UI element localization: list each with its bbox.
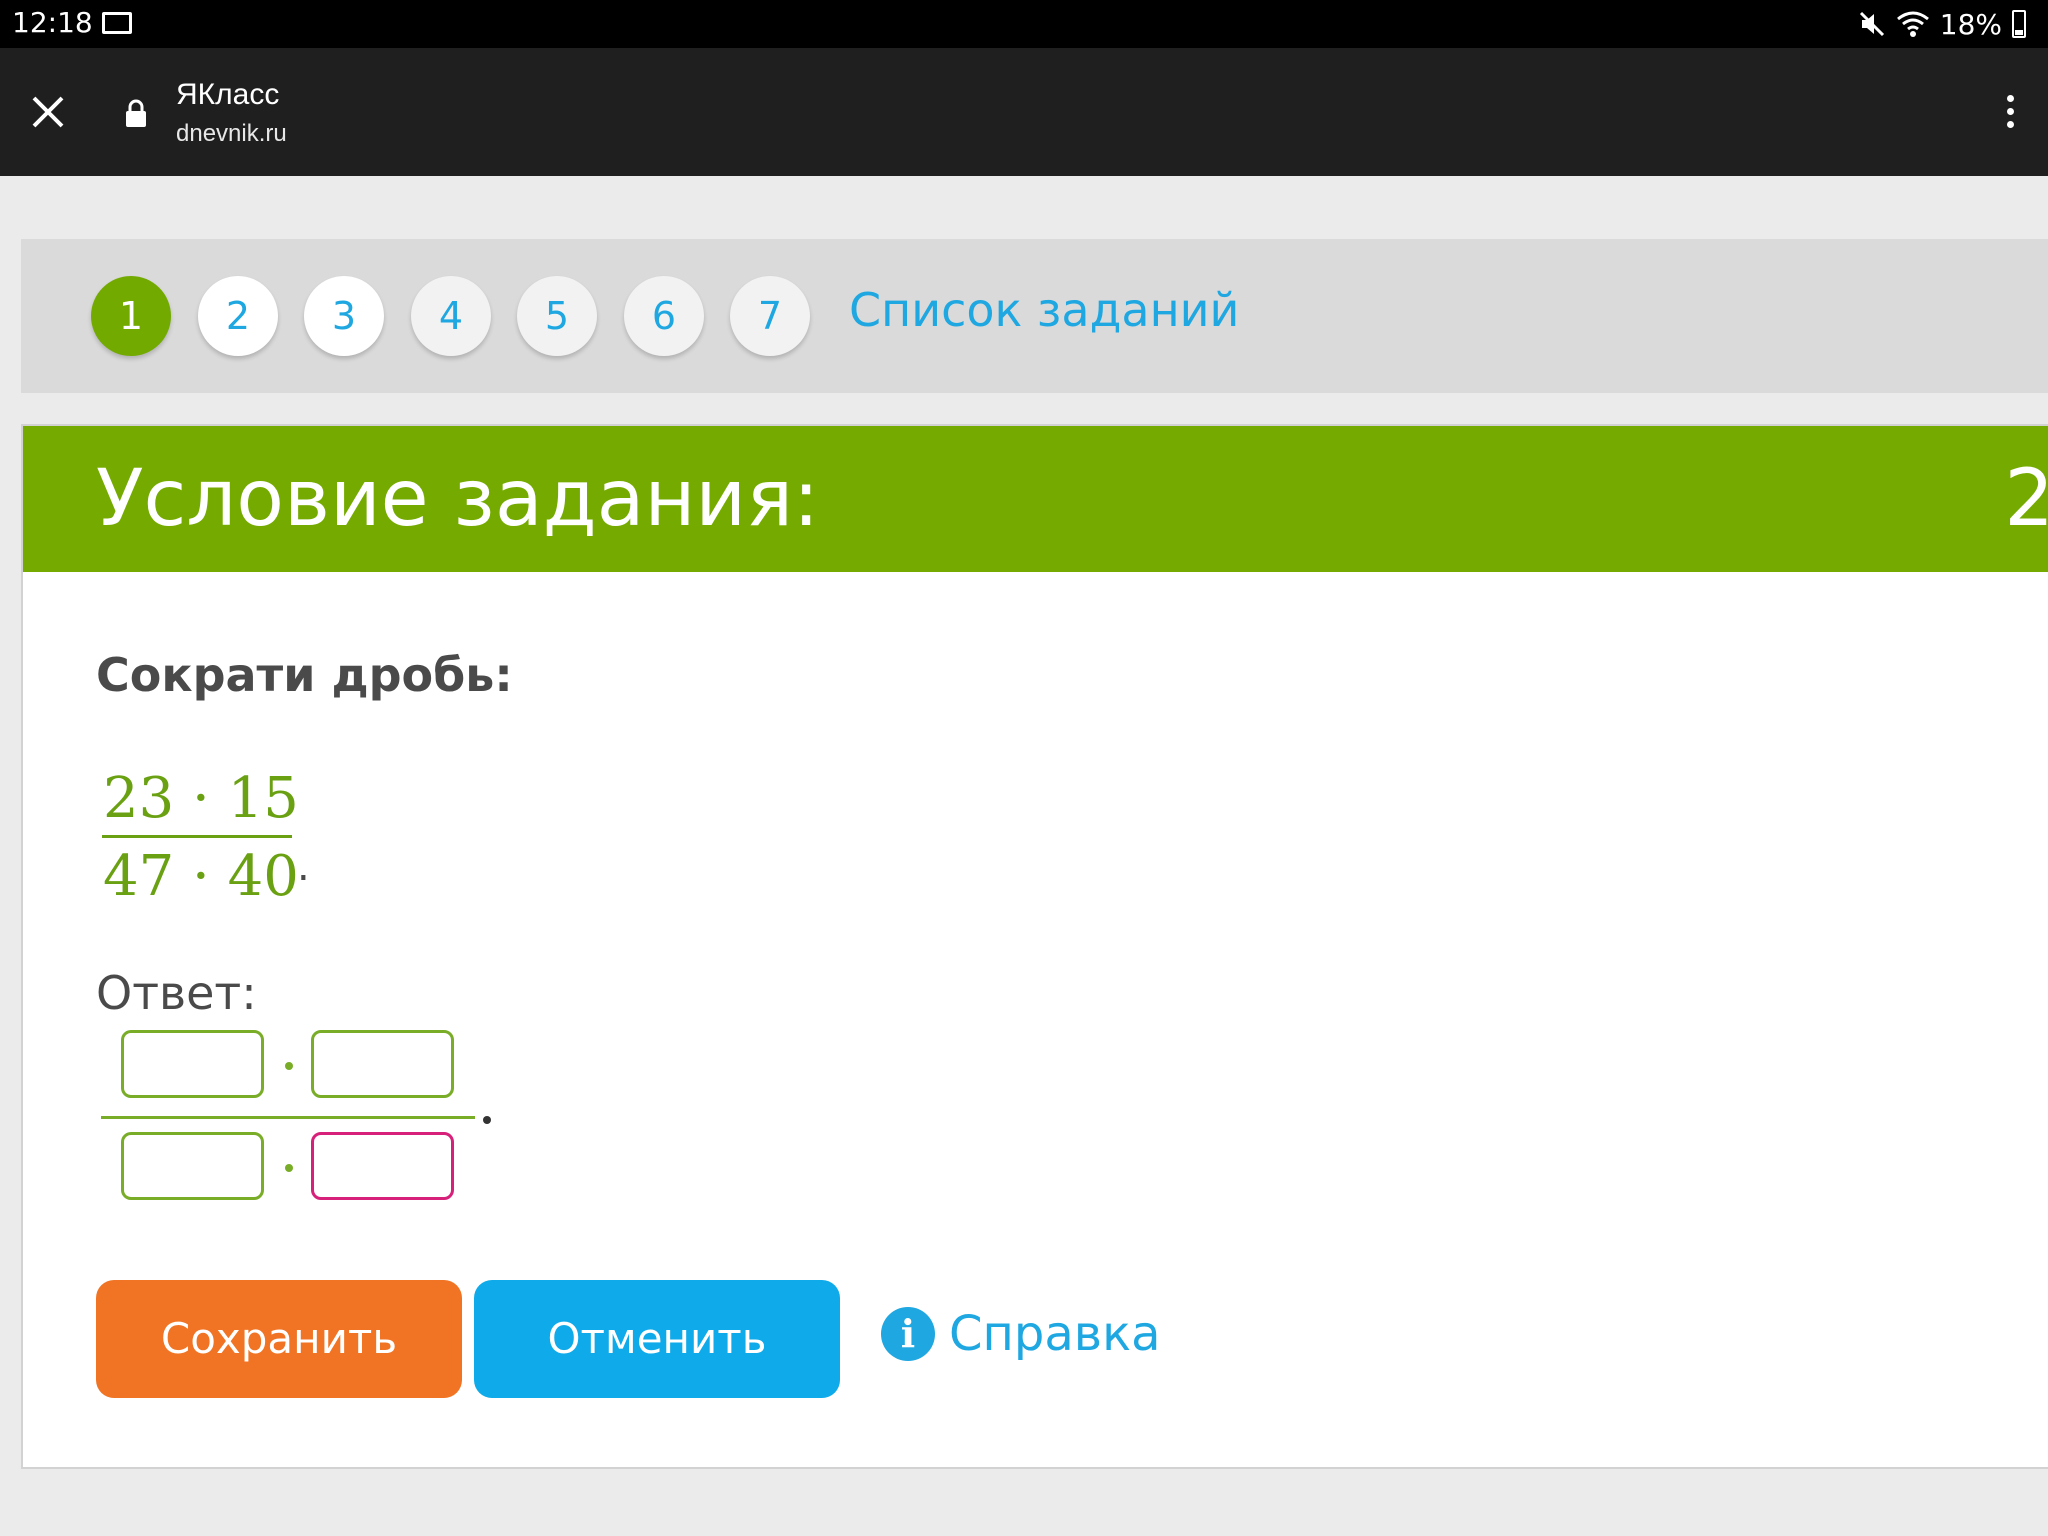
- more-vert-icon[interactable]: [2000, 92, 2020, 132]
- card-title: Условие задания:: [96, 454, 820, 544]
- answer-denominator-right-input[interactable]: [311, 1132, 454, 1200]
- status-time: 12:18: [12, 6, 93, 39]
- card-header: Условие задания: 2: [23, 426, 2048, 572]
- mail-icon: [102, 12, 132, 34]
- task-prompt: Сократи дробь:: [96, 648, 513, 702]
- lock-icon: [126, 99, 146, 127]
- site-url[interactable]: dnevnik.ru: [176, 120, 287, 148]
- answer-numerator-left-input[interactable]: [121, 1030, 264, 1098]
- fraction-bar: [102, 835, 292, 838]
- browser-toolbar: ЯКласс dnevnik.ru: [0, 48, 2048, 176]
- task-5-button[interactable]: 5: [517, 276, 597, 356]
- answer-period: [483, 1116, 491, 1124]
- cancel-button[interactable]: Отменить: [474, 1280, 840, 1398]
- task-4-button[interactable]: 4: [411, 276, 491, 356]
- help-link[interactable]: i Справка: [881, 1306, 1160, 1362]
- card-score: 2: [2004, 454, 2048, 544]
- fraction-denominator: 47 · 40: [103, 844, 299, 909]
- task-3-button[interactable]: 3: [304, 276, 384, 356]
- answer-denominator-dot: [285, 1164, 293, 1172]
- fraction-numerator: 23 · 15: [103, 766, 299, 831]
- answer-label: Ответ:: [96, 966, 257, 1020]
- answer-numerator-dot: [285, 1062, 293, 1070]
- answer-numerator-right-input[interactable]: [311, 1030, 454, 1098]
- close-icon[interactable]: [28, 92, 68, 132]
- task-1-button[interactable]: 1: [91, 276, 171, 356]
- status-icons: 18%: [1858, 6, 2026, 42]
- battery-percent: 18%: [1939, 7, 2002, 41]
- site-title: ЯКласс: [176, 78, 280, 111]
- save-button[interactable]: Сохранить: [96, 1280, 462, 1398]
- fraction-period: .: [297, 844, 310, 890]
- help-label[interactable]: Справка: [949, 1306, 1160, 1362]
- answer-denominator-left-input[interactable]: [121, 1132, 264, 1200]
- wifi-icon: [1896, 11, 1929, 37]
- status-bar: 12:18 18%: [0, 0, 2048, 48]
- answer-fraction-bar: [101, 1116, 475, 1119]
- task-list-link[interactable]: Список заданий: [849, 283, 1239, 337]
- task-6-button[interactable]: 6: [624, 276, 704, 356]
- task-2-button[interactable]: 2: [198, 276, 278, 356]
- task-nav: 1 2 3 4 5 6 7 Список заданий: [21, 239, 2048, 393]
- battery-icon: [2012, 10, 2026, 38]
- task-7-button[interactable]: 7: [730, 276, 810, 356]
- info-icon[interactable]: i: [881, 1307, 935, 1361]
- task-card: Условие задания: 2 Сократи дробь: 23 · 1…: [21, 424, 2048, 1469]
- mute-icon: [1859, 11, 1884, 37]
